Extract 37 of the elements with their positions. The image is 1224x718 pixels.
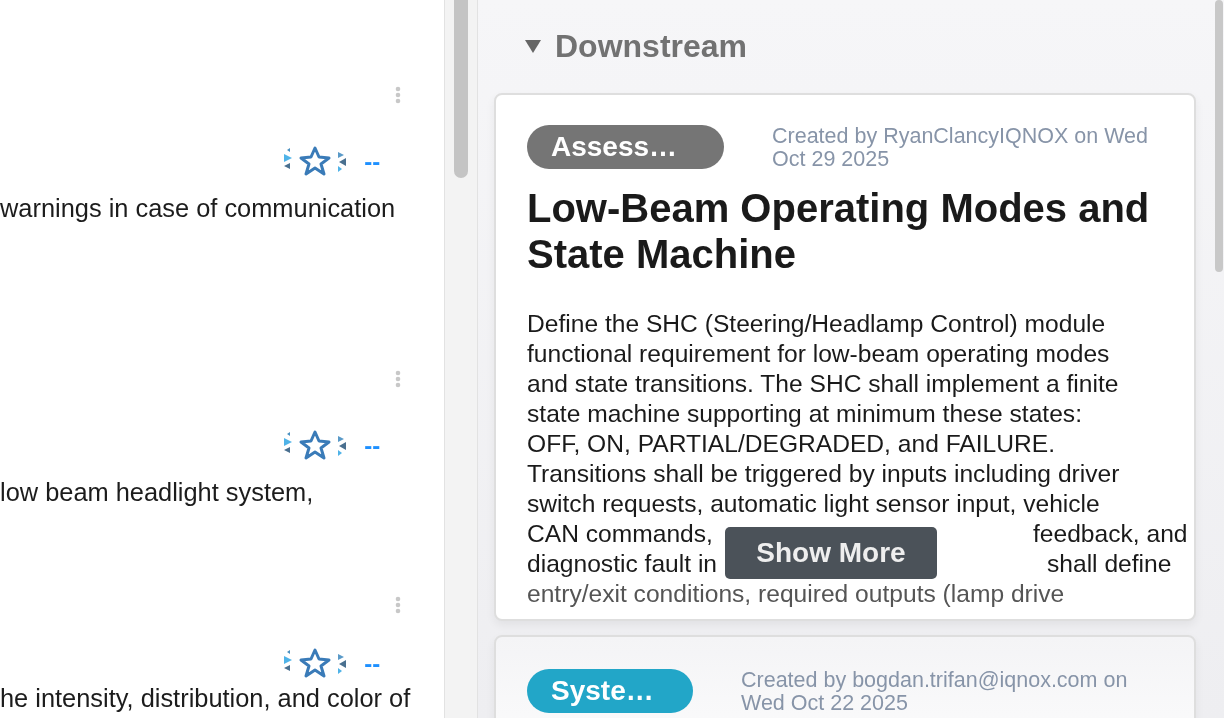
more-options-icon[interactable] [395,370,402,388]
link[interactable]: -- [364,432,381,460]
description-text: state machine supporting at minimum these states: [527,399,1082,429]
row-text: low beam headlight system, [0,478,315,506]
scrollbar-thumb[interactable] [454,0,469,178]
status-badge: Assess… [527,125,724,169]
created-by-text: Created by RyanClancyIQNOX on Wed Oct 29 2025 [772,125,1150,171]
description-text: Define the SHC (Steering/Headlamp Control) module [527,309,1106,339]
section-title: Downstream [555,28,748,65]
description-text: feedback, and [1033,519,1188,549]
description-text: and state transitions. The SHC shall implement a finite [527,369,1119,399]
scrollbar-thumb[interactable] [1215,0,1223,272]
row-text: warnings in case of communication [0,194,397,222]
show-more-button[interactable]: Show More [725,527,937,579]
description-text: switch requests, automatic light sensor input, vehicle [527,489,1100,519]
created-by-text: Created by bogdan.trifan@iqnox.com on Wed Oct 22 2025 [741,669,1129,715]
description-text: functional requirement for low-beam operating modes [527,339,1110,369]
star-icon[interactable] [284,648,347,680]
star-icon[interactable] [284,430,347,462]
description-text: entry/exit conditions, required outputs (lamp drive [527,579,1065,609]
requirement-card[interactable] [494,93,1196,621]
status-badge: Syste… [527,669,693,713]
more-options-icon[interactable] [395,596,402,614]
description-text: Transitions shall be triggered by inputs including driver [527,459,1120,489]
more-options-icon[interactable] [395,86,402,104]
row-text: he intensity, distribution, and color of [0,684,412,712]
link[interactable]: -- [364,148,381,176]
card-title: Low-Beam Operating Modes and State Machine [527,185,1151,277]
description-text: CAN commands, [527,519,713,549]
star-icon[interactable] [284,146,347,178]
requirement-card[interactable]: Syste… Created by bogdan.trifan@iqnox.com on Wed Oct 22 2025 [494,635,1196,718]
link[interactable]: -- [364,650,381,678]
collapse-triangle-icon[interactable] [525,40,541,53]
description-text: diagnostic fault in [527,549,718,579]
scrollbar[interactable] [444,0,478,718]
description-text: OFF, ON, PARTIAL/DEGRADED, and FAILURE. [527,429,1055,459]
description-text: shall define [1047,549,1172,579]
